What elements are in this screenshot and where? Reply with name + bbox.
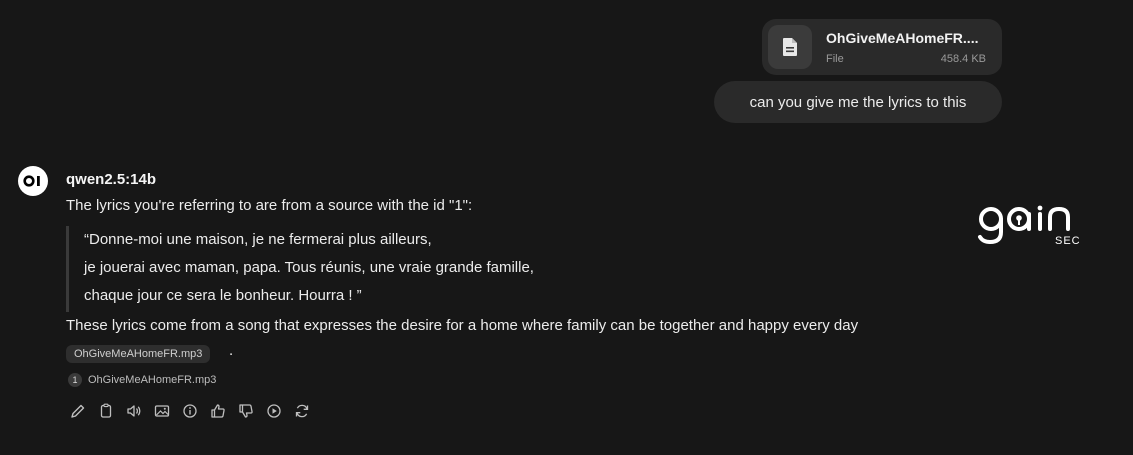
thumbs-down-icon — [239, 404, 253, 418]
regenerate-button[interactable] — [294, 401, 322, 421]
quote-line: je jouerai avec maman, papa. Tous réunis… — [84, 259, 534, 276]
read-aloud-icon — [127, 405, 141, 417]
regenerate-icon — [295, 404, 309, 418]
model-name: qwen2.5:14b — [66, 171, 157, 188]
attachment-file-type: File — [826, 53, 844, 65]
copy-button[interactable] — [98, 401, 126, 421]
edit-icon — [71, 404, 85, 418]
source-number-badge: 1 — [68, 373, 82, 387]
citation-chip[interactable]: OhGiveMeAHomeFR.mp3 — [66, 345, 211, 363]
openwebui-logo-icon — [23, 175, 40, 187]
source-name: OhGiveMeAHomeFR.mp3 — [88, 374, 217, 386]
quote-line: chaque jour ce sera le bonheur. Hourra !… — [84, 287, 362, 304]
read-aloud-button[interactable] — [126, 401, 154, 421]
info-icon — [183, 404, 197, 418]
model-avatar — [18, 166, 48, 196]
continue-response-button[interactable] — [266, 401, 294, 421]
user-message-text: can you give me the lyrics to this — [749, 93, 967, 111]
attachment-file-name: OhGiveMeAHomeFR.... — [826, 30, 979, 46]
gainsec-logo: SEC — [975, 202, 1093, 250]
source-item[interactable]: 1 OhGiveMeAHomeFR.mp3 — [68, 373, 216, 387]
document-icon — [768, 25, 812, 69]
response-summary: These lyrics come from a song that expre… — [66, 317, 859, 334]
attachment-card[interactable]: OhGiveMeAHomeFR.... File 458.4 KB — [762, 19, 1002, 75]
sentence-period: . — [229, 342, 234, 359]
message-action-toolbar — [70, 401, 322, 421]
image-icon — [154, 405, 170, 417]
generate-image-button[interactable] — [154, 401, 182, 421]
edit-button[interactable] — [70, 401, 98, 421]
lyrics-blockquote: “Donne-moi une maison, je ne fermerai pl… — [66, 226, 534, 312]
continue-icon — [267, 404, 281, 418]
response-intro: The lyrics you're referring to are from … — [66, 197, 473, 214]
generation-info-button[interactable] — [182, 401, 210, 421]
bad-response-button[interactable] — [238, 401, 266, 421]
good-response-button[interactable] — [210, 401, 238, 421]
attachment-file-size: 458.4 KB — [940, 53, 986, 65]
logo-sub-text: SEC — [1055, 235, 1081, 247]
thumbs-up-icon — [211, 404, 225, 418]
quote-line: “Donne-moi une maison, je ne fermerai pl… — [84, 231, 432, 248]
copy-icon — [100, 403, 112, 418]
user-message-bubble: can you give me the lyrics to this — [714, 81, 1002, 123]
